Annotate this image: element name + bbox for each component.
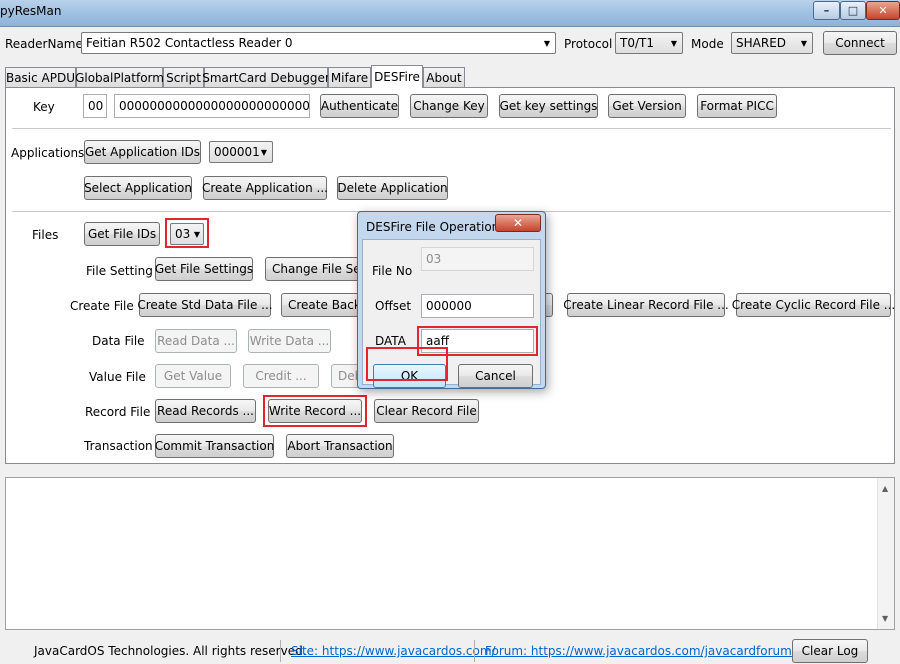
create-file-label: Create File <box>70 299 134 313</box>
format-picc-button[interactable]: Format PICC <box>697 94 777 118</box>
change-key-button[interactable]: Change Key <box>410 94 488 118</box>
minimize-icon[interactable]: – <box>813 1 840 20</box>
create-application-button[interactable]: Create Application ... <box>202 176 328 200</box>
clear-record-file-button[interactable]: Clear Record File <box>374 399 479 423</box>
read-records-button[interactable]: Read Records ... <box>155 399 256 423</box>
highlight-box <box>263 395 367 427</box>
key-number-input[interactable]: 00 <box>83 94 107 118</box>
clear-log-button[interactable]: Clear Log <box>792 639 868 663</box>
create-linear-record-file-button[interactable]: Create Linear Record File ... <box>563 293 729 317</box>
maximize-icon[interactable]: □ <box>840 1 866 20</box>
title-bar: pyResMan – □ ✕ <box>0 0 900 27</box>
site-link[interactable]: Site: https://www.javacardos.com/ <box>291 644 496 658</box>
credit-button[interactable]: Credit ... <box>243 364 319 388</box>
mode-label: Mode <box>691 37 724 51</box>
divider <box>12 128 891 129</box>
chevron-down-icon: ▼ <box>543 39 550 48</box>
tab-about[interactable]: About <box>423 67 465 87</box>
tab-smartcard-debugger[interactable]: SmartCard Debugger <box>202 67 330 87</box>
file-no-input[interactable]: 03 <box>421 247 534 271</box>
window-title: pyResMan <box>0 4 62 18</box>
scroll-down-icon[interactable]: ▼ <box>882 614 888 623</box>
cancel-button[interactable]: Cancel <box>458 364 533 388</box>
offset-input[interactable]: 000000 <box>421 294 534 318</box>
dialog-close-icon[interactable]: ✕ <box>495 214 541 232</box>
read-data-button[interactable]: Read Data ... <box>155 329 237 353</box>
get-file-settings-button[interactable]: Get File Settings <box>155 257 253 281</box>
dialog-title: DESFire File Operation <box>366 220 500 234</box>
key-label: Key <box>33 100 55 114</box>
select-application-button[interactable]: Select Application <box>84 176 192 200</box>
application-id-value: 000001 <box>214 145 260 159</box>
files-label: Files <box>32 228 59 242</box>
delete-application-button[interactable]: Delete Application <box>337 176 448 200</box>
mode-select[interactable]: SHARED ▼ <box>731 32 813 54</box>
highlight-box <box>366 347 448 381</box>
connect-button[interactable]: Connect <box>823 31 897 55</box>
protocol-value: T0/T1 <box>620 36 654 50</box>
tab-basic-apdu[interactable]: Basic APDU <box>5 67 76 87</box>
get-value-button[interactable]: Get Value <box>155 364 231 388</box>
commit-transaction-button[interactable]: Commit Transaction <box>155 434 274 458</box>
tab-mifare[interactable]: Mifare <box>328 67 371 87</box>
application-id-select[interactable]: 000001 ▼ <box>209 141 273 163</box>
close-icon[interactable]: ✕ <box>866 1 900 20</box>
write-data-button[interactable]: Write Data ... <box>248 329 331 353</box>
abort-transaction-button[interactable]: Abort Transaction <box>286 434 394 458</box>
forum-link[interactable]: Forum: https://www.javacardos.com/javaca… <box>485 644 796 658</box>
chevron-down-icon: ▼ <box>260 148 267 157</box>
get-application-ids-button[interactable]: Get Application IDs <box>84 140 201 164</box>
reader-select[interactable]: Feitian R502 Contactless Reader 0 ▼ <box>81 32 556 54</box>
get-file-ids-button[interactable]: Get File IDs <box>84 222 160 246</box>
log-output[interactable]: ▲ ▼ <box>5 477 895 630</box>
chevron-down-icon: ▼ <box>670 39 677 48</box>
data-file-label: Data File <box>92 334 145 348</box>
chevron-down-icon: ▼ <box>800 39 807 48</box>
data-label: DATA <box>375 334 406 348</box>
highlight-box <box>165 218 209 248</box>
tab-script[interactable]: Script <box>163 67 204 87</box>
value-file-label: Value File <box>89 370 146 384</box>
applications-label: Applications <box>11 146 85 160</box>
tab-desfire[interactable]: DESFire <box>371 65 423 88</box>
offset-label: Offset <box>375 299 412 313</box>
protocol-select[interactable]: T0/T1 ▼ <box>615 32 683 54</box>
reader-value: Feitian R502 Contactless Reader 0 <box>86 36 293 50</box>
log-scrollbar[interactable]: ▲ ▼ <box>877 478 894 629</box>
file-setting-label: File Setting <box>86 264 153 278</box>
scroll-up-icon[interactable]: ▲ <box>882 484 888 493</box>
protocol-label: Protocol <box>564 37 613 51</box>
transaction-label: Transaction <box>84 439 153 453</box>
create-cyclic-record-file-button[interactable]: Create Cyclic Record File ... <box>732 293 895 317</box>
create-std-data-file-button[interactable]: Create Std Data File ... <box>137 293 273 317</box>
record-file-label: Record File <box>85 405 151 419</box>
mode-value: SHARED <box>736 36 787 50</box>
reader-label: ReaderName <box>5 37 83 51</box>
divider <box>474 640 475 662</box>
authenticate-button[interactable]: Authenticate <box>320 94 399 118</box>
divider <box>280 640 281 662</box>
get-key-settings-button[interactable]: Get key settings <box>499 94 598 118</box>
key-value-input[interactable]: 00000000000000000000000000000000 <box>114 94 310 118</box>
tab-globalplatform[interactable]: GlobalPlatform <box>75 67 164 87</box>
get-version-button[interactable]: Get Version <box>608 94 686 118</box>
file-no-label: File No <box>372 264 413 278</box>
copyright-text: JavaCardOS Technologies. All rights rese… <box>34 644 307 658</box>
